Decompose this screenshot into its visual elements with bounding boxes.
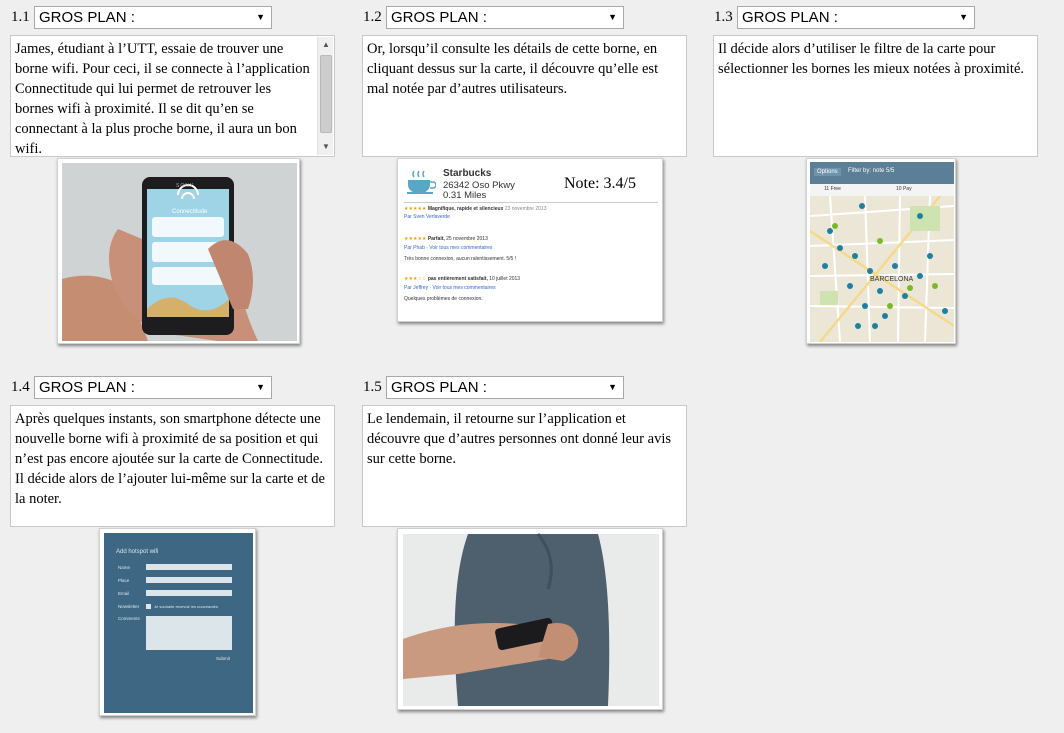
description-textarea[interactable]: James, étudiant à l’UTT, essaie de trouv… <box>10 35 335 157</box>
map-city-label: BARCELONA <box>870 276 914 283</box>
review-1-author[interactable]: Par Sven Verlaverde <box>404 214 450 220</box>
shot-type-select[interactable]: GROS PLAN : ▼ <box>386 5 624 29</box>
review-screenshot: Starbucks 26342 Oso Pkwy 0.31 Miles Note… <box>397 158 663 322</box>
scroll-up-icon[interactable]: ▲ <box>318 37 334 53</box>
rating-note: Note: 3.4/5 <box>564 175 636 192</box>
scrollbar[interactable]: ▲ ▼ <box>317 37 333 155</box>
submit-button[interactable]: Submit <box>216 656 230 661</box>
add-hotspot-form-screenshot: Add hotspot wifi Name Place Email Newsle… <box>99 528 256 716</box>
review-3: ★★★☆☆ pas entièrement satisfait, 10 juil… <box>404 276 520 282</box>
stars-icon: ★★★★★ <box>404 206 427 212</box>
panel-number: 1.3 <box>714 8 733 25</box>
name-label: Name <box>118 565 131 570</box>
description-text: Il décide alors d’utiliser le filtre de … <box>718 41 1025 77</box>
divider <box>404 202 658 203</box>
panel-number: 1.2 <box>363 8 382 25</box>
newsletter-checkbox[interactable] <box>146 604 151 609</box>
shot-type-select[interactable]: GROS PLAN : ▼ <box>34 375 272 399</box>
place-name: Starbucks <box>443 168 492 179</box>
free-count: 11 Free <box>824 186 841 192</box>
options-tab[interactable]: Options <box>814 168 841 176</box>
shot-type-value: GROS PLAN : <box>391 378 487 396</box>
description-text: Après quelques instants, son smartphone … <box>15 411 325 507</box>
description-textarea[interactable]: Or, lorsqu’il consulte les détails de ce… <box>362 35 687 157</box>
review-1-title: Magnifique, rapide et silencieux <box>427 206 504 212</box>
description-text: Le lendemain, il retourne sur l’applicat… <box>367 411 671 467</box>
place-distance: 0.31 Miles <box>443 190 487 201</box>
chevron-down-icon: ▼ <box>256 382 265 392</box>
map-screenshot: Options Filter by: note 5/5 11 Free 10 P… <box>806 158 956 344</box>
description-textarea[interactable]: Après quelques instants, son smartphone … <box>10 405 335 527</box>
panel-number: 1.5 <box>363 378 382 395</box>
pay-count: 10 Pay <box>896 186 912 192</box>
scroll-down-icon[interactable]: ▼ <box>318 139 334 155</box>
panel-number: 1.1 <box>11 8 30 25</box>
description-textarea[interactable]: Il décide alors d’utiliser le filtre de … <box>713 35 1038 157</box>
comments-label: Comments <box>118 616 140 621</box>
panel-1-5: 1.5 GROS PLAN : ▼ Le lendemain, il retou… <box>362 375 688 527</box>
chevron-down-icon: ▼ <box>608 382 617 392</box>
email-label: Email <box>118 591 130 596</box>
newsletter-label: Newsletter <box>118 604 140 609</box>
shot-type-select[interactable]: GROS PLAN : ▼ <box>34 5 272 29</box>
review-2-date: 25 novembre 2013 <box>446 236 488 242</box>
panel-1-2: 1.2 GROS PLAN : ▼ Or, lorsqu’il consulte… <box>362 5 688 157</box>
review-3-author[interactable]: Par Jeffrey · Voir tous mes commentaires <box>404 285 496 291</box>
shot-type-value: GROS PLAN : <box>742 8 838 26</box>
coffee-cup-icon <box>407 170 436 194</box>
map-header: Options Filter by: note 5/5 <box>810 162 954 184</box>
description-text: James, étudiant à l’UTT, essaie de trouv… <box>15 41 310 157</box>
panel-number: 1.4 <box>11 378 30 395</box>
review-1-date: 23 novembre 2013 <box>504 206 547 212</box>
place-field[interactable] <box>146 577 232 583</box>
shot-type-select[interactable]: GROS PLAN : ▼ <box>386 375 624 399</box>
person-phone-photo <box>397 528 663 710</box>
newsletter-text: Je souhaite recevoir les nouveautés <box>154 604 218 609</box>
filter-tab[interactable]: Filter by: note 5/5 <box>848 168 894 174</box>
review-3-date: 10 juillet 2013 <box>489 276 521 282</box>
review-2-author[interactable]: Par Phab · Voir tous mes commentaires <box>404 245 492 251</box>
form-background: Add hotspot wifi Name Place Email Newsle… <box>104 533 253 713</box>
review-2-body: Très bonne connexion, aucun ralentisseme… <box>404 256 517 262</box>
review-1: ★★★★★ Magnifique, rapide et silencieux 2… <box>404 206 546 212</box>
description-textarea[interactable]: Le lendemain, il retourne sur l’applicat… <box>362 405 687 527</box>
stars-icon: ★★★☆☆ <box>404 276 427 282</box>
review-3-body: Quelques problèmes de connexion. <box>404 296 483 302</box>
email-field[interactable] <box>146 590 232 596</box>
review-3-title: pas entièrement satisfait, <box>427 276 488 282</box>
person-illustration <box>403 533 659 706</box>
review-2: ★★★★★ Parfait, 25 novembre 2013 <box>404 236 488 242</box>
map-canvas[interactable]: BARCELONA <box>810 196 954 342</box>
description-text: Or, lorsqu’il consulte les détails de ce… <box>367 41 659 97</box>
phone-app-name: Connectitude <box>172 209 208 215</box>
chevron-down-icon: ▼ <box>256 12 265 22</box>
chevron-down-icon: ▼ <box>608 12 617 22</box>
panel-1-1: 1.1 GROS PLAN : ▼ James, étudiant à l’UT… <box>10 5 336 157</box>
place-label: Place <box>118 578 130 583</box>
phone-brand: SONY <box>176 183 195 189</box>
comments-field[interactable] <box>146 616 232 650</box>
phone-photo: SONY Connectitude <box>57 158 300 344</box>
shot-type-value: GROS PLAN : <box>391 8 487 26</box>
shot-type-select[interactable]: GROS PLAN : ▼ <box>737 5 975 29</box>
shot-type-value: GROS PLAN : <box>39 8 135 26</box>
review-2-title: Parfait, <box>427 236 445 242</box>
name-field[interactable] <box>146 564 232 570</box>
stars-icon: ★★★★★ <box>404 236 427 242</box>
shot-type-value: GROS PLAN : <box>39 378 135 396</box>
map-legend: 11 Free 10 Pay <box>810 184 954 196</box>
form-title: Add hotspot wifi <box>116 549 159 555</box>
scroll-thumb[interactable] <box>320 55 332 133</box>
chevron-down-icon: ▼ <box>959 12 968 22</box>
panel-1-4: 1.4 GROS PLAN : ▼ Après quelques instant… <box>10 375 336 527</box>
panel-1-3: 1.3 GROS PLAN : ▼ Il décide alors d’util… <box>713 5 1039 157</box>
